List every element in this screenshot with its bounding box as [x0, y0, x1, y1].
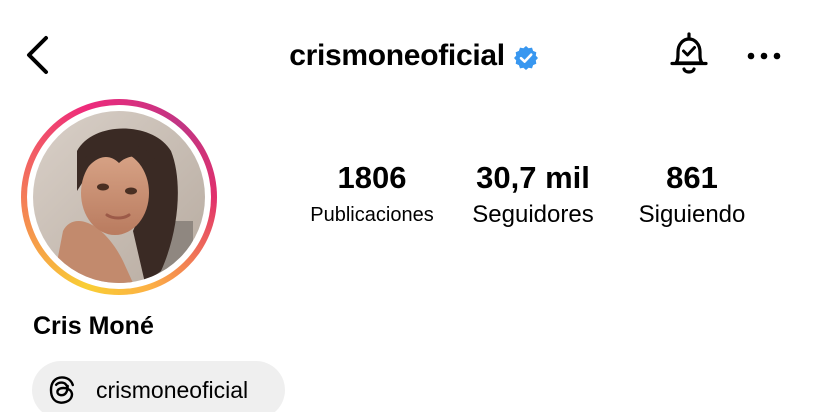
chevron-left-icon: [27, 36, 48, 74]
profile-stats: 1806 Publicaciones 30,7 mil Seguidores 8…: [0, 158, 828, 238]
threads-profile-link[interactable]: crismoneoficial: [32, 361, 285, 412]
more-options-button[interactable]: [742, 36, 788, 76]
threads-icon: [49, 376, 74, 404]
verified-badge-icon: [513, 45, 538, 70]
followers-stat[interactable]: 30,7 mil Seguidores: [458, 158, 608, 232]
posts-count: 1806: [337, 160, 407, 195]
threads-username: crismoneoficial: [96, 377, 249, 403]
profile-page: crismoneoficial 1806 Publicaciones 30,7 …: [0, 0, 828, 412]
followers-label: Seguidores: [472, 201, 594, 228]
bell-check-icon: [670, 32, 708, 74]
following-stat[interactable]: 861 Siguiendo: [624, 158, 760, 232]
followers-count: 30,7 mil: [476, 160, 590, 195]
profile-username[interactable]: crismoneoficial: [289, 39, 505, 73]
posts-label: Publicaciones: [310, 204, 434, 226]
profile-full-name: Cris Moné: [33, 312, 154, 340]
back-button[interactable]: [18, 30, 62, 80]
profile-header: crismoneoficial: [0, 0, 828, 112]
following-label: Siguiendo: [638, 201, 746, 228]
more-horizontal-icon: [747, 52, 781, 60]
following-count: 861: [666, 160, 718, 195]
posts-stat[interactable]: 1806 Publicaciones: [298, 158, 446, 232]
notifications-button[interactable]: [664, 30, 714, 80]
